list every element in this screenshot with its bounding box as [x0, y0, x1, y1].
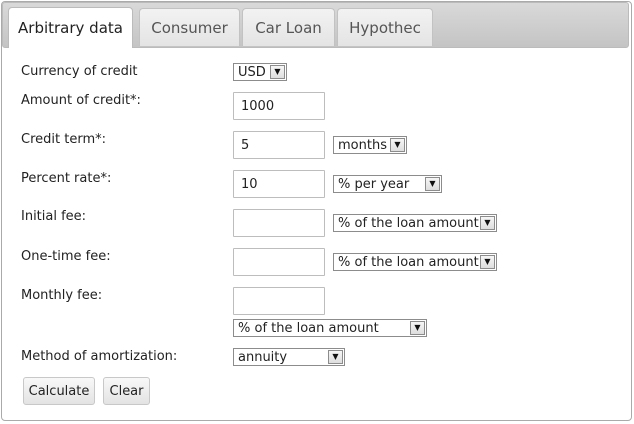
initial-fee-input[interactable] [233, 209, 325, 237]
tab-label: Car Loan [255, 18, 322, 37]
tab-car-loan[interactable]: Car Loan [242, 8, 335, 46]
chevron-down-icon: ▼ [270, 65, 285, 79]
term-input[interactable] [233, 131, 325, 159]
clear-button[interactable]: Clear [103, 377, 150, 405]
calculate-button[interactable]: Calculate [23, 377, 95, 405]
chevron-down-icon: ▼ [410, 321, 425, 335]
tab-label: Arbitrary data [18, 19, 123, 37]
currency-label: Currency of credit [21, 64, 138, 79]
chevron-down-icon: ▼ [328, 350, 343, 364]
chevron-down-icon: ▼ [425, 177, 440, 191]
currency-selected: USD [238, 64, 266, 80]
tab-arbitrary-data[interactable]: Arbitrary data [8, 7, 133, 48]
rate-unit-selected: % per year [338, 176, 410, 192]
amortization-selected: annuity [238, 349, 288, 365]
tab-label: Hypothec [349, 18, 421, 37]
one-time-fee-label: One-time fee: [21, 249, 111, 264]
chevron-down-icon: ▼ [480, 216, 495, 230]
amount-input[interactable] [233, 92, 325, 120]
term-unit-selected: months [338, 137, 387, 153]
one-time-fee-unit-selected: % of the loan amount [338, 254, 479, 270]
currency-select[interactable]: USD ▼ [233, 63, 287, 81]
monthly-fee-input[interactable] [233, 287, 325, 315]
amortization-select[interactable]: annuity ▼ [233, 348, 345, 366]
monthly-fee-unit-select[interactable]: % of the loan amount ▼ [233, 319, 427, 337]
one-time-fee-input[interactable] [233, 248, 325, 276]
monthly-fee-label: Monthly fee: [21, 288, 103, 303]
tab-label: Consumer [151, 18, 228, 37]
monthly-fee-unit-selected: % of the loan amount [238, 320, 379, 336]
term-unit-select[interactable]: months ▼ [333, 136, 407, 154]
one-time-fee-unit-select[interactable]: % of the loan amount ▼ [333, 253, 497, 271]
rate-unit-select[interactable]: % per year ▼ [333, 175, 442, 193]
tab-hypothec[interactable]: Hypothec [337, 8, 433, 46]
initial-fee-label: Initial fee: [21, 209, 87, 224]
chevron-down-icon: ▼ [480, 255, 495, 269]
amount-label: Amount of credit*: [21, 93, 141, 108]
rate-label: Percent rate*: [21, 171, 112, 186]
term-label: Credit term*: [21, 132, 106, 147]
chevron-down-icon: ▼ [390, 138, 405, 152]
tab-consumer[interactable]: Consumer [139, 8, 240, 46]
initial-fee-unit-selected: % of the loan amount [338, 215, 479, 231]
rate-input[interactable] [233, 170, 325, 198]
amortization-label: Method of amortization: [21, 349, 178, 364]
initial-fee-unit-select[interactable]: % of the loan amount ▼ [333, 214, 497, 232]
